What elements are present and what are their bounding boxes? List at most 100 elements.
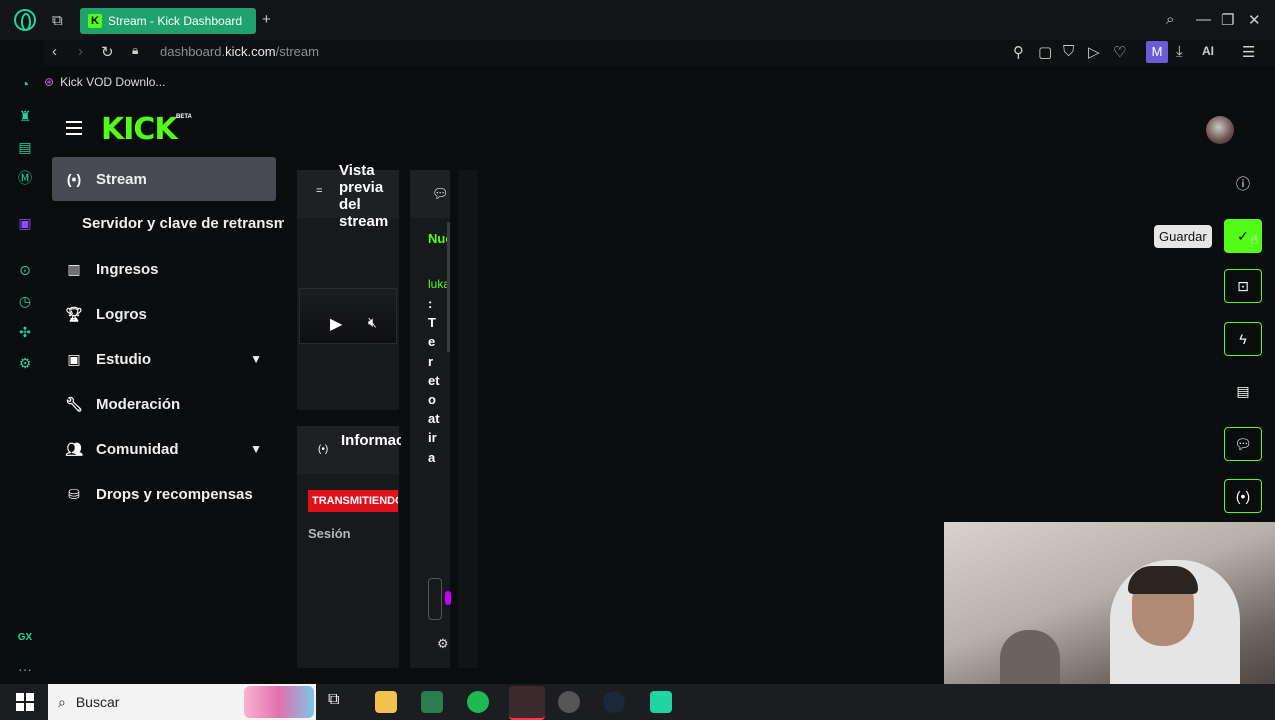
url-field[interactable]: dashboard.kick.com/stream <box>160 44 319 59</box>
chevron-down-icon[interactable]: ▼ <box>250 352 262 366</box>
lock-icon[interactable]: 🔒︎ <box>132 43 138 58</box>
stream-preview-video[interactable] <box>299 288 397 344</box>
news-icon[interactable]: ▤ <box>16 138 34 156</box>
studio-icon: ▣ <box>67 350 81 367</box>
nav-item-stream-key[interactable]: Servidor y clave de retransmisión <box>82 206 284 242</box>
nav-label: Moderación <box>96 395 181 413</box>
player-sidebar-icon[interactable]: ⊙ <box>16 261 34 279</box>
panel-column <box>458 170 478 668</box>
notes-icon[interactable]: ▤ <box>1224 374 1262 408</box>
windows-start-icon[interactable] <box>16 693 34 711</box>
app-icon[interactable] <box>421 691 443 713</box>
obs-icon[interactable] <box>558 691 580 713</box>
emote-icon[interactable] <box>445 591 451 605</box>
gx-control-button[interactable]: GX <box>16 629 34 647</box>
tab-title: Stream - Kick Dashboard <box>108 14 243 28</box>
browser-tab-active[interactable]: K Stream - Kick Dashboard <box>80 8 256 34</box>
session-info-title: Información de la sesión <box>341 432 401 449</box>
nav-label: Ingresos <box>96 260 159 278</box>
nav-item-drops[interactable]: ⛁ Drops y recompensas <box>52 472 276 516</box>
nav-label: Stream <box>96 170 147 188</box>
menu-icon[interactable]: ☰ <box>1242 43 1255 61</box>
bookmark-kick-vod[interactable]: Kick VOD Downlo... <box>60 75 165 89</box>
settings-icon[interactable]: ⚙ <box>16 354 34 372</box>
webcam-person-hair <box>1128 566 1198 594</box>
broadcast-small-icon: (•) <box>318 444 329 455</box>
search-tabs-icon[interactable]: ⌕ <box>1166 11 1174 28</box>
chat-toggle-icon[interactable]: 💬︎ <box>1224 427 1262 461</box>
nav-item-estudio[interactable]: ▣ Estudio ▼ <box>52 337 276 381</box>
back-icon[interactable]: ‹ <box>52 43 57 60</box>
heart-icon[interactable]: ♡ <box>1113 43 1126 61</box>
vpn-shield-icon[interactable]: ⛉ <box>1063 43 1074 60</box>
drag-handle-icon[interactable]: = <box>316 185 322 197</box>
aria-ai-button[interactable]: AI <box>1202 44 1214 58</box>
file-explorer-icon[interactable] <box>375 691 397 713</box>
forward-icon[interactable]: › <box>78 43 83 60</box>
snapshot-icon[interactable]: ▢ <box>1038 43 1052 61</box>
trophy-icon: 🏆︎ <box>65 305 83 322</box>
player-icon[interactable]: ▷ <box>1088 43 1100 61</box>
broadcast-toggle-icon[interactable]: (•) <box>1224 479 1262 513</box>
twitch-icon[interactable]: ▣ <box>16 214 34 232</box>
nav-label: Comunidad <box>96 440 179 458</box>
app-green-icon[interactable] <box>650 691 672 713</box>
nav-item-comunidad[interactable]: 👥︎ Comunidad ▼ <box>52 427 276 471</box>
speed-dial-icon[interactable]: ◔ <box>16 75 34 93</box>
user-avatar[interactable] <box>1206 116 1234 144</box>
steam-icon[interactable] <box>603 691 625 713</box>
chevron-down-icon[interactable]: ▼ <box>250 442 262 456</box>
gx-corner-icon[interactable]: ♜ <box>16 107 34 125</box>
chat-message: : Tereto atira <box>428 296 440 465</box>
kick-favicon-icon: K <box>88 14 102 28</box>
new-tab-button[interactable]: + <box>262 11 271 28</box>
beta-badge: BETA <box>176 114 192 120</box>
minimize-icon[interactable]: — <box>1196 11 1211 28</box>
messenger-icon[interactable]: Ⓜ <box>16 169 34 187</box>
kick-header <box>44 100 1275 158</box>
lightning-icon[interactable]: ϟ <box>1224 322 1262 356</box>
chat-scrollbar[interactable] <box>447 222 450 352</box>
reload-icon[interactable]: ↻ <box>101 43 114 61</box>
kick-logo[interactable]: KICK <box>101 112 178 147</box>
chat-bubble-icon[interactable]: 💬︎ <box>432 186 449 202</box>
extensions-icon[interactable]: ✣ <box>16 323 34 341</box>
profile-avatar[interactable]: M <box>1146 41 1168 63</box>
spotify-icon[interactable] <box>467 691 489 713</box>
wrench-icon: 🔧︎ <box>65 395 83 412</box>
bookmark-favicon-icon: ⊛ <box>44 75 55 89</box>
save-tooltip: Guardar <box>1154 225 1212 248</box>
nav-label: Drops y recompensas <box>96 485 253 503</box>
mouse-cursor-icon: ☝ <box>1250 231 1259 247</box>
ai-label: AI <box>1202 44 1214 58</box>
download-icon[interactable]: ⤓ <box>1176 43 1183 60</box>
close-window-icon[interactable]: ✕ <box>1248 11 1261 29</box>
pin-icon[interactable]: ⚲ <box>1013 43 1024 61</box>
chart-icon: ▥ <box>67 260 81 277</box>
play-icon[interactable]: ▶ <box>330 314 342 334</box>
search-highlight-art <box>244 686 314 718</box>
clip-capture-icon[interactable]: ⊡ <box>1224 269 1262 303</box>
info-icon[interactable]: ⓘ <box>1224 167 1262 201</box>
bookmarks-bar: ⊛ Kick VOD Downlo... <box>44 70 165 94</box>
gift-icon: ⛁ <box>68 485 80 502</box>
nav-label: Estudio <box>96 350 151 368</box>
nav-item-ingresos[interactable]: ▥ Ingresos <box>52 247 276 291</box>
search-icon: ⌕ <box>58 693 66 710</box>
chat-input[interactable] <box>428 578 442 620</box>
nav-item-stream[interactable]: (•) Stream <box>52 157 276 201</box>
opera-gx-taskbar-icon[interactable] <box>509 686 545 720</box>
workspace-icon[interactable]: ⧉ <box>52 12 63 29</box>
chat-settings-icon[interactable]: ⚙ <box>437 636 449 652</box>
nav-item-moderacion[interactable]: 🔧︎ Moderación <box>52 382 276 426</box>
maximize-icon[interactable]: ❐ <box>1221 11 1234 29</box>
muted-icon[interactable]: 🔇︎ <box>368 314 377 331</box>
sidebar-more-icon[interactable]: ··· <box>16 660 34 678</box>
opera-gx-logo-icon[interactable] <box>14 9 36 31</box>
nav-item-logros[interactable]: 🏆︎ Logros <box>52 292 276 336</box>
broadcast-icon: (•) <box>66 171 82 187</box>
task-view-icon[interactable]: ⧉ <box>328 691 350 713</box>
history-icon[interactable]: ◷ <box>16 292 34 310</box>
stream-preview-title: Vista previa del stream <box>339 162 389 230</box>
hamburger-menu-icon[interactable] <box>66 121 82 135</box>
